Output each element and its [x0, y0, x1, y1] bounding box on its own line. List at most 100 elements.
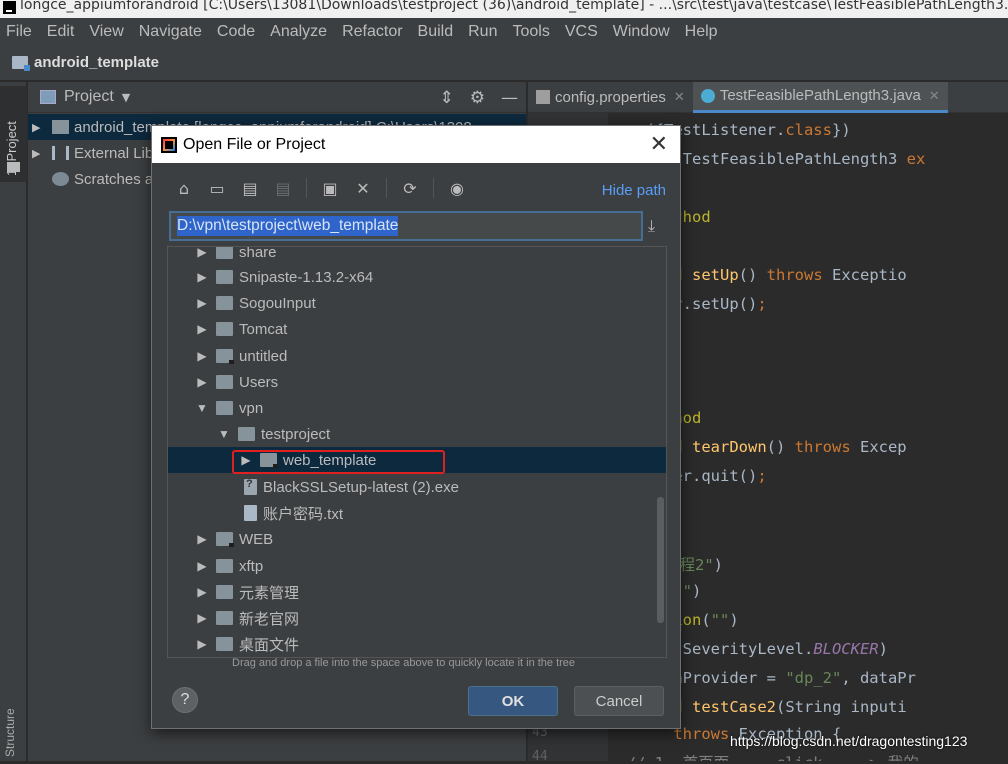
- folder-icon: [216, 296, 233, 310]
- tree-row-label: WEB: [239, 530, 274, 548]
- menu-file[interactable]: File: [6, 23, 32, 41]
- highlight-annotation-box: [232, 450, 445, 474]
- menu-edit[interactable]: Edit: [47, 23, 75, 41]
- code-line: // 1. 首页面 ... click ... > 我的: [608, 751, 919, 761]
- expand-arrow-icon[interactable]: ▶: [194, 270, 210, 284]
- menu-view[interactable]: View: [89, 23, 123, 41]
- tree-row-xftp[interactable]: ▶ xftp: [168, 553, 666, 579]
- ok-button[interactable]: OK: [468, 686, 558, 716]
- download-icon[interactable]: ⤓: [648, 216, 655, 236]
- hide-path-link[interactable]: Hide path: [602, 182, 666, 199]
- close-icon[interactable]: ✕: [650, 132, 668, 157]
- tree-row-label: Users: [239, 373, 279, 391]
- line-number: 44: [532, 749, 548, 764]
- breadcrumb-project[interactable]: android_template: [34, 54, 159, 71]
- show-hidden-files-icon[interactable]: ◉: [447, 178, 467, 198]
- toolbar-separator: [433, 178, 434, 198]
- refresh-icon[interactable]: ⟳: [400, 178, 420, 198]
- structure-tool-tab[interactable]: Structure: [3, 708, 17, 757]
- tree-row-blackssl-exe[interactable]: BlackSSLSetup-latest (2).exe: [168, 474, 666, 500]
- tree-row-web[interactable]: ▶ WEB: [168, 526, 666, 552]
- folder-icon: [216, 247, 233, 259]
- tree-row-share[interactable]: ▶ share: [168, 247, 666, 265]
- tree-row-sogouinput[interactable]: ▶ SogouInput: [168, 290, 666, 316]
- project-view-icon: [40, 90, 56, 104]
- tab-config-properties[interactable]: config.properties ✕: [528, 82, 693, 113]
- expand-arrow-icon[interactable]: ▶: [194, 349, 210, 363]
- library-icon: [52, 146, 69, 160]
- tree-row-untitled[interactable]: ▶ untitled: [168, 343, 666, 369]
- tree-row-snipaste[interactable]: ▶ Snipaste-1.13.2-x64: [168, 264, 666, 290]
- tool-window-strip: [0, 82, 27, 761]
- collapse-arrow-icon[interactable]: ▼: [216, 427, 232, 441]
- help-button[interactable]: ?: [172, 687, 198, 713]
- new-folder-icon[interactable]: ▣: [320, 178, 340, 198]
- cancel-button[interactable]: Cancel: [574, 686, 664, 716]
- menu-run[interactable]: Run: [468, 23, 497, 41]
- menu-window[interactable]: Window: [613, 23, 670, 41]
- tab-test-feasible-path-length3[interactable]: TestFeasiblePathLength3.java ✕: [692, 81, 948, 113]
- path-input[interactable]: D:\vpn\testproject\web_template: [169, 211, 643, 241]
- folder-icon: [7, 162, 20, 172]
- intellij-logo-icon: [161, 136, 177, 153]
- menu-help[interactable]: Help: [685, 23, 718, 41]
- tree-row-vpn[interactable]: ▼ vpn: [168, 395, 666, 421]
- tree-row-account-txt[interactable]: 账户密码.txt: [168, 500, 666, 526]
- editor-tabs: config.properties ✕ TestFeasiblePathLeng…: [528, 81, 1008, 113]
- menu-build[interactable]: Build: [418, 23, 454, 41]
- expand-arrow-icon[interactable]: ▶: [194, 375, 210, 389]
- tree-row-label: xftp: [239, 557, 264, 575]
- menu-refactor[interactable]: Refactor: [342, 23, 402, 41]
- desktop-icon[interactable]: ▭: [207, 178, 227, 198]
- project-folder-icon[interactable]: ▤: [240, 178, 260, 198]
- collapse-all-icon[interactable]: ⇕: [440, 88, 454, 108]
- tree-scrollbar[interactable]: [657, 497, 664, 623]
- dialog-title-bar: Open File or Project ✕: [152, 126, 680, 163]
- tree-row-label: untitled: [239, 347, 288, 365]
- tree-row-desktop-files[interactable]: ▶ 桌面文件: [168, 631, 666, 657]
- tree-row-element-management[interactable]: ▶ 元素管理: [168, 579, 666, 605]
- close-icon[interactable]: ✕: [929, 88, 940, 104]
- menu-code[interactable]: Code: [217, 23, 255, 41]
- minimize-icon[interactable]: —: [501, 88, 518, 108]
- collapse-arrow-icon[interactable]: ▼: [194, 401, 210, 415]
- drag-drop-hint: Drag and drop a file into the space abov…: [232, 657, 576, 669]
- expand-arrow-icon[interactable]: ▶: [194, 532, 210, 546]
- expand-arrow-icon[interactable]: ▶: [194, 559, 210, 573]
- tree-row-testproject[interactable]: ▼ testproject: [168, 421, 666, 447]
- expand-arrow-icon[interactable]: ▶: [194, 637, 210, 651]
- expand-arrow-icon[interactable]: ▶: [32, 121, 46, 134]
- tab-label: config.properties: [555, 88, 666, 106]
- expand-arrow-icon[interactable]: ▶: [194, 611, 210, 625]
- expand-arrow-icon[interactable]: ▶: [194, 585, 210, 599]
- folder-icon: [216, 322, 233, 336]
- tree-row-label: Snipaste-1.13.2-x64: [239, 268, 374, 286]
- expand-arrow-icon[interactable]: ▶: [194, 322, 210, 336]
- tree-row-label: 新老官网: [239, 610, 300, 628]
- tree-row-official-site[interactable]: ▶ 新老官网: [168, 605, 666, 631]
- tree-row-label: vpn: [239, 399, 264, 417]
- module-folder-icon[interactable]: ▤: [273, 178, 293, 198]
- delete-icon[interactable]: ✕: [353, 178, 373, 198]
- chevron-down-icon[interactable]: ▼: [122, 91, 130, 104]
- folder-icon: [216, 375, 233, 389]
- menu-navigate[interactable]: Navigate: [139, 23, 202, 41]
- tree-row-users[interactable]: ▶ Users: [168, 369, 666, 395]
- menu-analyze[interactable]: Analyze: [270, 23, 327, 41]
- path-input-value: D:\vpn\testproject\web_template: [177, 216, 399, 236]
- project-tool-tab[interactable]: 1: Project: [0, 86, 27, 182]
- gear-icon[interactable]: ⚙: [470, 88, 485, 108]
- project-view-selector[interactable]: Project: [64, 88, 114, 106]
- tree-row-label: SogouInput: [239, 294, 316, 312]
- tree-row-label: testproject: [261, 425, 331, 443]
- expand-arrow-icon[interactable]: ▶: [194, 247, 210, 259]
- menu-vcs[interactable]: VCS: [565, 23, 598, 41]
- tree-row-tomcat[interactable]: ▶ Tomcat: [168, 316, 666, 342]
- folder-icon: [216, 585, 233, 599]
- expand-arrow-icon[interactable]: ▶: [32, 147, 46, 160]
- expand-arrow-icon[interactable]: ▶: [194, 296, 210, 310]
- close-icon[interactable]: ✕: [674, 89, 685, 105]
- menu-tools[interactable]: Tools: [512, 23, 549, 41]
- home-icon[interactable]: ⌂: [174, 178, 194, 198]
- module-icon: [52, 120, 69, 134]
